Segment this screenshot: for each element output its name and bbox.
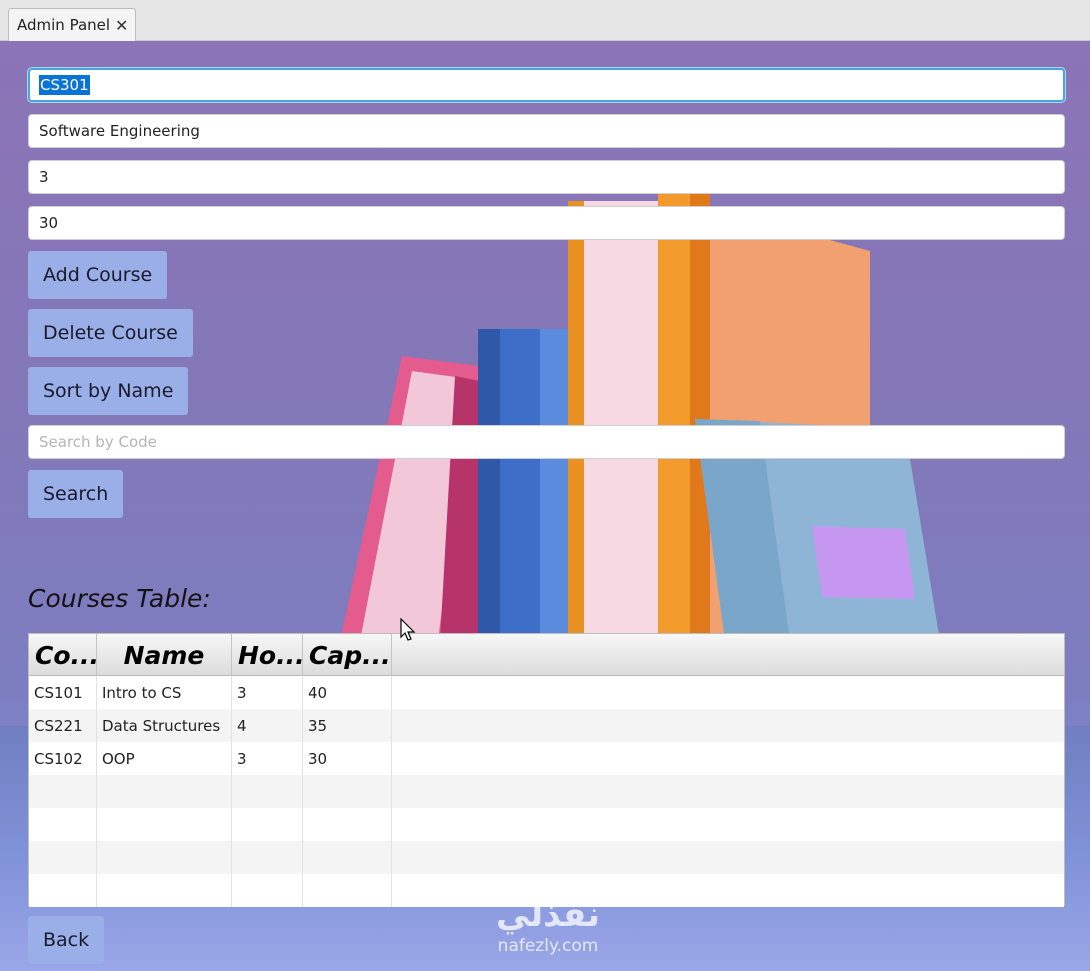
table-row[interactable]: CS221 Data Structures 4 35: [29, 709, 1064, 742]
course-capacity-input[interactable]: [28, 206, 1065, 240]
cell-capacity: 35: [303, 709, 392, 742]
mouse-cursor-icon: [400, 618, 416, 641]
cell-filler: [392, 775, 1064, 808]
column-header-hours[interactable]: Ho...: [232, 634, 303, 676]
cell-name: Intro to CS: [97, 676, 232, 709]
cell-capacity: [303, 874, 392, 907]
cell-filler: [392, 709, 1064, 742]
cell-code: [29, 808, 97, 841]
tab-bar: Admin Panel ✕: [0, 0, 1090, 41]
close-icon[interactable]: ✕: [115, 16, 128, 35]
cell-filler: [392, 841, 1064, 874]
cell-hours: [232, 808, 303, 841]
watermark-latin: nafezly.com: [497, 936, 599, 956]
course-hours-input[interactable]: [28, 160, 1065, 194]
pink-book-image: [340, 356, 480, 641]
column-header-name[interactable]: Name: [97, 634, 232, 676]
cell-hours: [232, 775, 303, 808]
column-header-filler: [392, 634, 1064, 676]
cell-capacity: 40: [303, 676, 392, 709]
cell-capacity: [303, 775, 392, 808]
column-header-code[interactable]: Co...: [29, 634, 97, 676]
cell-name: [97, 808, 232, 841]
cell-hours: [232, 874, 303, 907]
course-name-input[interactable]: [28, 114, 1065, 148]
watermark-arabic: نفذلي: [495, 895, 601, 935]
course-code-input[interactable]: [28, 68, 1065, 102]
cell-hours: 3: [232, 742, 303, 775]
cell-code: [29, 874, 97, 907]
courses-table-title: Courses Table:: [28, 584, 211, 613]
table-row-empty: [29, 775, 1064, 808]
search-input[interactable]: [28, 425, 1065, 459]
cell-capacity: 30: [303, 742, 392, 775]
cell-filler: [392, 808, 1064, 841]
cell-filler: [392, 676, 1064, 709]
delete-course-button[interactable]: Delete Course: [28, 309, 193, 357]
cell-filler: [392, 742, 1064, 775]
table-row[interactable]: CS101 Intro to CS 3 40: [29, 676, 1064, 709]
cell-name: [97, 775, 232, 808]
cell-name: Data Structures: [97, 709, 232, 742]
tab-admin-panel[interactable]: Admin Panel ✕: [8, 8, 136, 41]
tab-label: Admin Panel: [17, 16, 111, 34]
cell-name: [97, 874, 232, 907]
course-code-selected-text: CS301: [39, 75, 90, 95]
tall-book-image: [568, 201, 658, 641]
blue-book-image: [478, 329, 568, 641]
cell-name: [97, 841, 232, 874]
table-row[interactable]: CS102 OOP 3 30: [29, 742, 1064, 775]
watermark-logo: نفذلي nafezly.com: [478, 893, 618, 955]
cell-capacity: [303, 808, 392, 841]
cell-code: [29, 841, 97, 874]
back-button[interactable]: Back: [28, 916, 105, 964]
table-row-empty: [29, 808, 1064, 841]
sort-by-name-button[interactable]: Sort by Name: [28, 367, 189, 415]
cell-hours: 3: [232, 676, 303, 709]
course-code-field-wrap: CS301: [28, 68, 1065, 102]
column-header-capacity[interactable]: Cap...: [303, 634, 392, 676]
cell-capacity: [303, 841, 392, 874]
cell-code: CS221: [29, 709, 97, 742]
table-row-empty: [29, 841, 1064, 874]
add-course-button[interactable]: Add Course: [28, 251, 168, 299]
cell-code: [29, 775, 97, 808]
table-body: CS101 Intro to CS 3 40 CS221 Data Struct…: [29, 676, 1064, 907]
search-button[interactable]: Search: [28, 470, 124, 518]
courses-table[interactable]: Co... Name Ho... Cap... CS101 Intro to C…: [28, 633, 1065, 907]
cell-code: CS101: [29, 676, 97, 709]
table-header: Co... Name Ho... Cap...: [29, 634, 1064, 676]
cell-name: OOP: [97, 742, 232, 775]
cell-hours: [232, 841, 303, 874]
cell-code: CS102: [29, 742, 97, 775]
cell-hours: 4: [232, 709, 303, 742]
